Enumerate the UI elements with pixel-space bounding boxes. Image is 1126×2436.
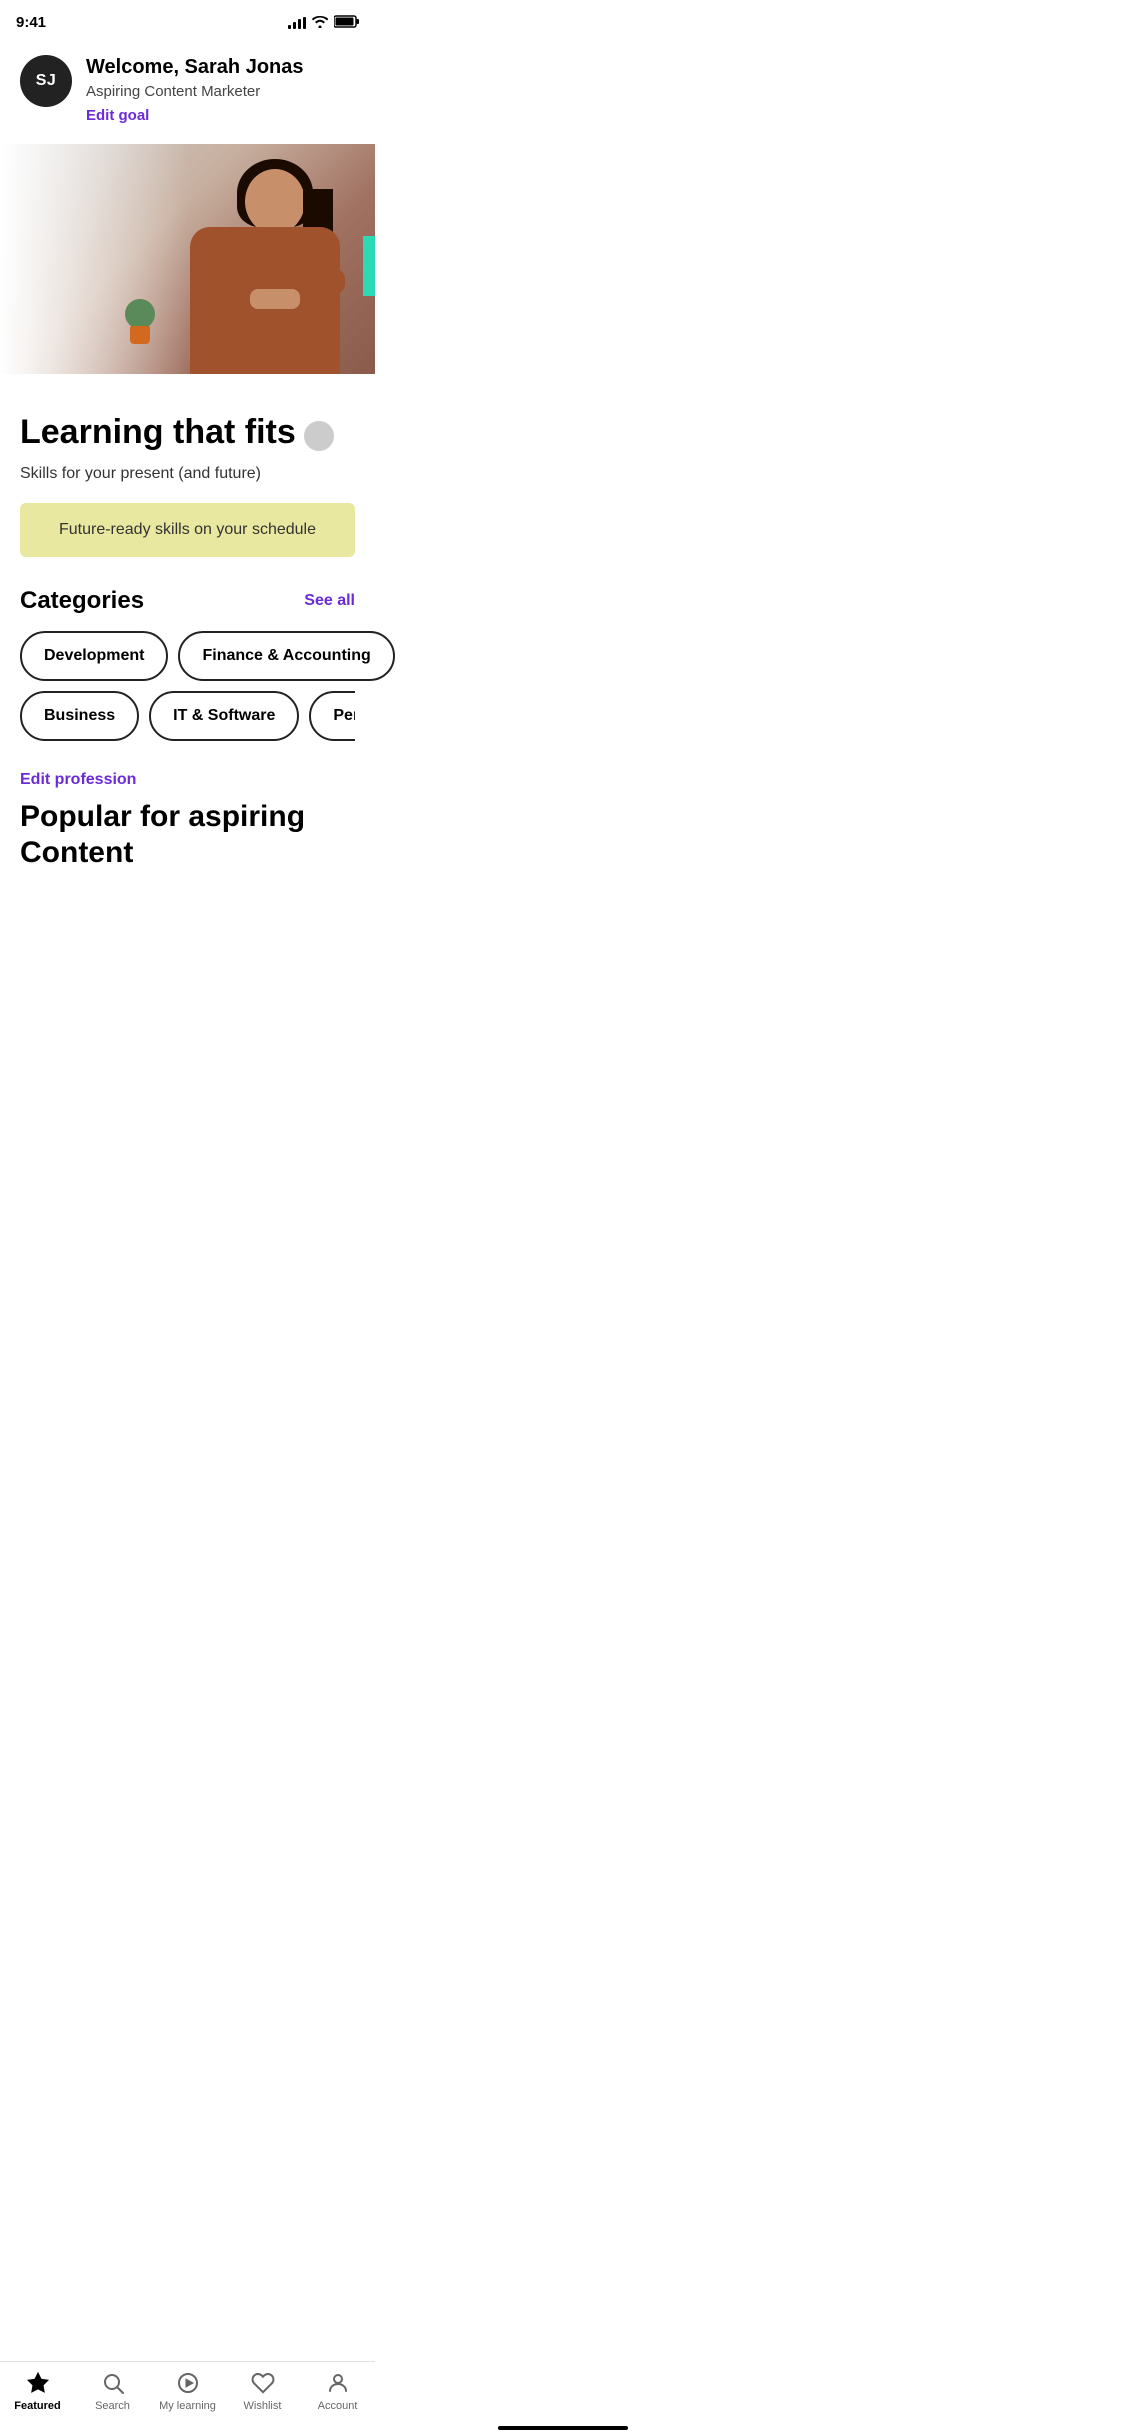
status-time: 9:41 [16, 14, 46, 31]
nav-wishlist[interactable]: Wishlist [225, 2370, 300, 2412]
category-it-software[interactable]: IT & Software [149, 691, 299, 741]
nav-my-learning-label: My learning [159, 2400, 216, 2412]
nav-wishlist-label: Wishlist [244, 2400, 282, 2412]
avatar: SJ [20, 55, 72, 107]
play-icon [175, 2370, 201, 2396]
learning-subtitle: Skills for your present (and future) [20, 465, 355, 483]
category-finance[interactable]: Finance & Accounting [178, 631, 394, 681]
nav-search[interactable]: Search [75, 2370, 150, 2412]
category-development[interactable]: Development [20, 631, 168, 681]
avatar-initials: SJ [36, 72, 57, 90]
cta-button[interactable]: Future-ready skills on your schedule [20, 503, 355, 557]
user-info: Welcome, Sarah Jonas Aspiring Content Ma… [86, 55, 355, 124]
bottom-nav: Featured Search My learning Wishlist [0, 2361, 375, 2436]
carousel-dot [304, 421, 334, 451]
nav-featured-label: Featured [14, 2400, 60, 2412]
popular-title: Popular for aspiring Content [20, 799, 355, 871]
learning-title: Learning that fits [20, 414, 296, 451]
user-header: SJ Welcome, Sarah Jonas Aspiring Content… [0, 39, 375, 144]
nav-account-label: Account [318, 2400, 358, 2412]
hero-teal-stripe [363, 236, 375, 296]
signal-icon [288, 17, 306, 29]
decorative-plant [120, 294, 160, 344]
wifi-icon [312, 15, 328, 31]
plant-pot [130, 326, 150, 344]
status-bar: 9:41 [0, 0, 375, 39]
user-role: Aspiring Content Marketer [86, 82, 355, 102]
learning-section: Learning that fits Skills for your prese… [20, 414, 355, 483]
see-all-link[interactable]: See all [304, 592, 355, 610]
nav-account[interactable]: Account [300, 2370, 375, 2412]
welcome-text: Welcome, Sarah Jonas [86, 55, 355, 79]
edit-profession-link[interactable]: Edit profession [20, 771, 355, 789]
categories-header: Categories See all [20, 587, 355, 615]
person-icon [325, 2370, 351, 2396]
status-icons [288, 15, 359, 31]
home-indicator [498, 2426, 628, 2430]
edit-goal-link[interactable]: Edit goal [86, 107, 355, 124]
category-business[interactable]: Business [20, 691, 139, 741]
plant-leaves [125, 299, 155, 329]
nav-featured[interactable]: Featured [0, 2370, 75, 2412]
hero-person [175, 159, 355, 374]
categories-row-2: Business IT & Software Persona [20, 691, 355, 741]
categories-title: Categories [20, 587, 144, 615]
category-persona[interactable]: Persona [309, 691, 355, 741]
nav-my-learning[interactable]: My learning [150, 2370, 225, 2412]
search-icon [100, 2370, 126, 2396]
nav-search-label: Search [95, 2400, 130, 2412]
categories-row-1: Development Finance & Accounting [20, 631, 355, 681]
battery-icon [334, 15, 359, 31]
person-head [245, 169, 305, 234]
person-hands [250, 289, 300, 309]
star-icon [25, 2370, 51, 2396]
heart-icon [250, 2370, 276, 2396]
hero-image [0, 144, 375, 374]
person-arms [305, 269, 345, 294]
